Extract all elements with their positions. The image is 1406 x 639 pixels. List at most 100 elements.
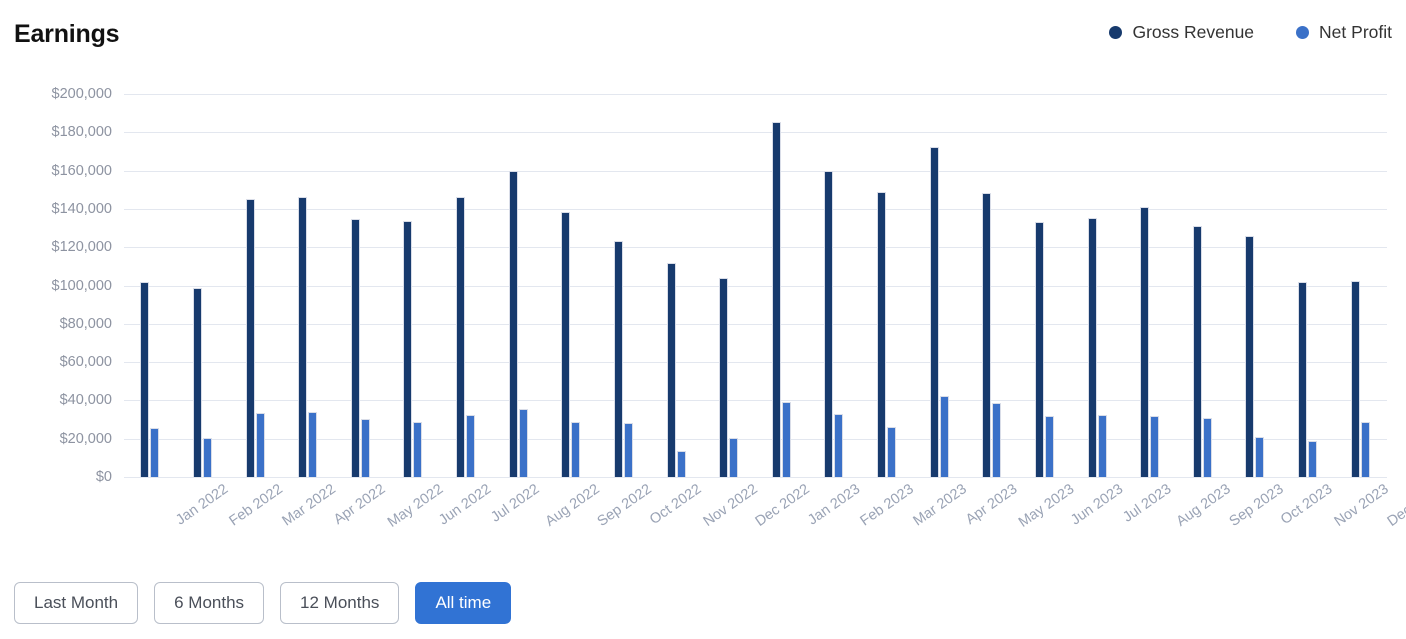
bar-net-profit[interactable] <box>1255 436 1265 477</box>
bar-gross-revenue[interactable] <box>561 211 571 477</box>
bar-net-profit[interactable] <box>150 428 160 477</box>
bar-gross-revenue[interactable] <box>719 277 729 477</box>
bar-gross-revenue[interactable] <box>982 192 992 477</box>
y-axis-tick-label: $20,000 <box>59 430 112 447</box>
bar-gross-revenue[interactable] <box>1087 218 1097 477</box>
bar-group[interactable] <box>719 94 739 477</box>
x-axis-tick-label: Feb 2022 <box>226 481 286 530</box>
y-axis-tick-label: $40,000 <box>59 392 112 409</box>
range-button-6-months[interactable]: 6 Months <box>154 582 265 624</box>
bar-net-profit[interactable] <box>1360 422 1370 477</box>
bar-group[interactable] <box>350 94 370 477</box>
bar-net-profit[interactable] <box>834 413 844 477</box>
x-axis-tick-label: Dec 2022 <box>752 481 813 530</box>
bar-group[interactable] <box>613 94 633 477</box>
range-button-last-month[interactable]: Last Month <box>14 582 139 624</box>
bar-net-profit[interactable] <box>623 423 633 477</box>
bar-gross-revenue[interactable] <box>824 170 834 477</box>
bar-gross-revenue[interactable] <box>1192 226 1202 477</box>
bar-group[interactable] <box>666 94 686 477</box>
bar-group[interactable] <box>982 94 1002 477</box>
bar-net-profit[interactable] <box>308 411 318 477</box>
x-axis-tick-label: Jun 2022 <box>436 481 495 529</box>
bar-net-profit[interactable] <box>939 395 949 477</box>
bar-net-profit[interactable] <box>518 409 528 477</box>
bar-group[interactable] <box>1034 94 1054 477</box>
bar-group[interactable] <box>298 94 318 477</box>
legend-label: Gross Revenue <box>1132 22 1255 42</box>
bar-group[interactable] <box>1245 94 1265 477</box>
y-axis-labels: $200,000 $180,000 $160,000 $140,000 $120,000… <box>0 86 112 485</box>
bar-net-profit[interactable] <box>729 437 739 477</box>
y-axis-tick-label: $100,000 <box>51 277 112 294</box>
legend-item[interactable]: Net Profit <box>1296 22 1392 43</box>
bar-group[interactable] <box>456 94 476 477</box>
bar-group[interactable] <box>824 94 844 477</box>
x-axis-tick-label: Jun 2023 <box>1068 481 1127 529</box>
x-axis-tick-label: Nov 2022 <box>700 481 761 530</box>
bar-net-profit[interactable] <box>1150 415 1160 477</box>
bar-net-profit[interactable] <box>992 403 1002 477</box>
bar-gross-revenue[interactable] <box>877 191 887 477</box>
bar-net-profit[interactable] <box>1202 417 1212 477</box>
bar-gross-revenue[interactable] <box>613 241 623 477</box>
bar-group[interactable] <box>877 94 897 477</box>
bar-gross-revenue[interactable] <box>403 221 413 477</box>
bar-group[interactable] <box>929 94 949 477</box>
bar-gross-revenue[interactable] <box>350 219 360 477</box>
range-button-12-months[interactable]: 12 Months <box>280 582 400 624</box>
bar-gross-revenue[interactable] <box>192 288 202 477</box>
bar-net-profit[interactable] <box>887 427 897 477</box>
bar-group[interactable] <box>140 94 160 477</box>
bar-group[interactable] <box>1140 94 1160 477</box>
bar-net-profit[interactable] <box>1308 440 1318 477</box>
bar-gross-revenue[interactable] <box>1298 281 1308 477</box>
x-axis-tick-label: Sep 2022 <box>594 481 655 530</box>
range-button-all-time[interactable]: All time <box>415 582 512 624</box>
y-axis-tick-label: $80,000 <box>59 315 112 332</box>
legend-item[interactable]: Gross Revenue <box>1109 22 1254 43</box>
bar-gross-revenue[interactable] <box>666 262 676 477</box>
bar-gross-revenue[interactable] <box>298 197 308 477</box>
x-axis-tick-label: Apr 2023 <box>962 481 1021 529</box>
bar-net-profit[interactable] <box>466 414 476 477</box>
x-axis-tick-label: Jan 2023 <box>804 481 864 529</box>
bar-gross-revenue[interactable] <box>1140 207 1150 477</box>
x-axis-labels: Jan 2022 Feb 2022 Mar 2022 Apr 2022 May 2022… <box>124 480 1406 560</box>
bar-gross-revenue[interactable] <box>929 146 939 477</box>
bar-net-profit[interactable] <box>1097 414 1107 477</box>
x-axis-tick-label: Sep 2023 <box>1226 481 1287 530</box>
bar-net-profit[interactable] <box>676 451 686 477</box>
y-axis-tick-label: $120,000 <box>51 239 112 256</box>
bar-group[interactable] <box>1298 94 1318 477</box>
bar-group[interactable] <box>771 94 791 477</box>
bar-net-profit[interactable] <box>255 412 265 477</box>
bar-net-profit[interactable] <box>571 422 581 477</box>
y-axis-tick-label: $0 <box>95 469 112 485</box>
x-axis-tick-label: Mar 2022 <box>279 481 339 530</box>
x-axis-tick-label: Jan 2022 <box>173 481 232 529</box>
bar-group[interactable] <box>245 94 265 477</box>
bar-group[interactable] <box>561 94 581 477</box>
bar-gross-revenue[interactable] <box>456 197 466 477</box>
bar-net-profit[interactable] <box>1044 415 1054 477</box>
bar-gross-revenue[interactable] <box>508 170 518 477</box>
bar-gross-revenue[interactable] <box>140 281 150 477</box>
bar-group[interactable] <box>1350 94 1370 477</box>
bar-gross-revenue[interactable] <box>771 121 781 477</box>
bar-net-profit[interactable] <box>360 418 370 477</box>
x-axis-tick-label: Nov 2023 <box>1331 481 1392 530</box>
bar-group[interactable] <box>1087 94 1107 477</box>
bar-gross-revenue[interactable] <box>1034 222 1044 477</box>
bar-group[interactable] <box>1192 94 1212 477</box>
bar-group[interactable] <box>508 94 528 477</box>
bar-net-profit[interactable] <box>781 402 791 477</box>
bar-gross-revenue[interactable] <box>1245 235 1255 477</box>
y-axis-tick-label: $60,000 <box>59 354 112 371</box>
bar-gross-revenue[interactable] <box>245 199 255 477</box>
bar-net-profit[interactable] <box>413 422 423 477</box>
bar-net-profit[interactable] <box>202 437 212 477</box>
bar-group[interactable] <box>192 94 212 477</box>
bar-group[interactable] <box>403 94 423 477</box>
bar-gross-revenue[interactable] <box>1350 280 1360 477</box>
